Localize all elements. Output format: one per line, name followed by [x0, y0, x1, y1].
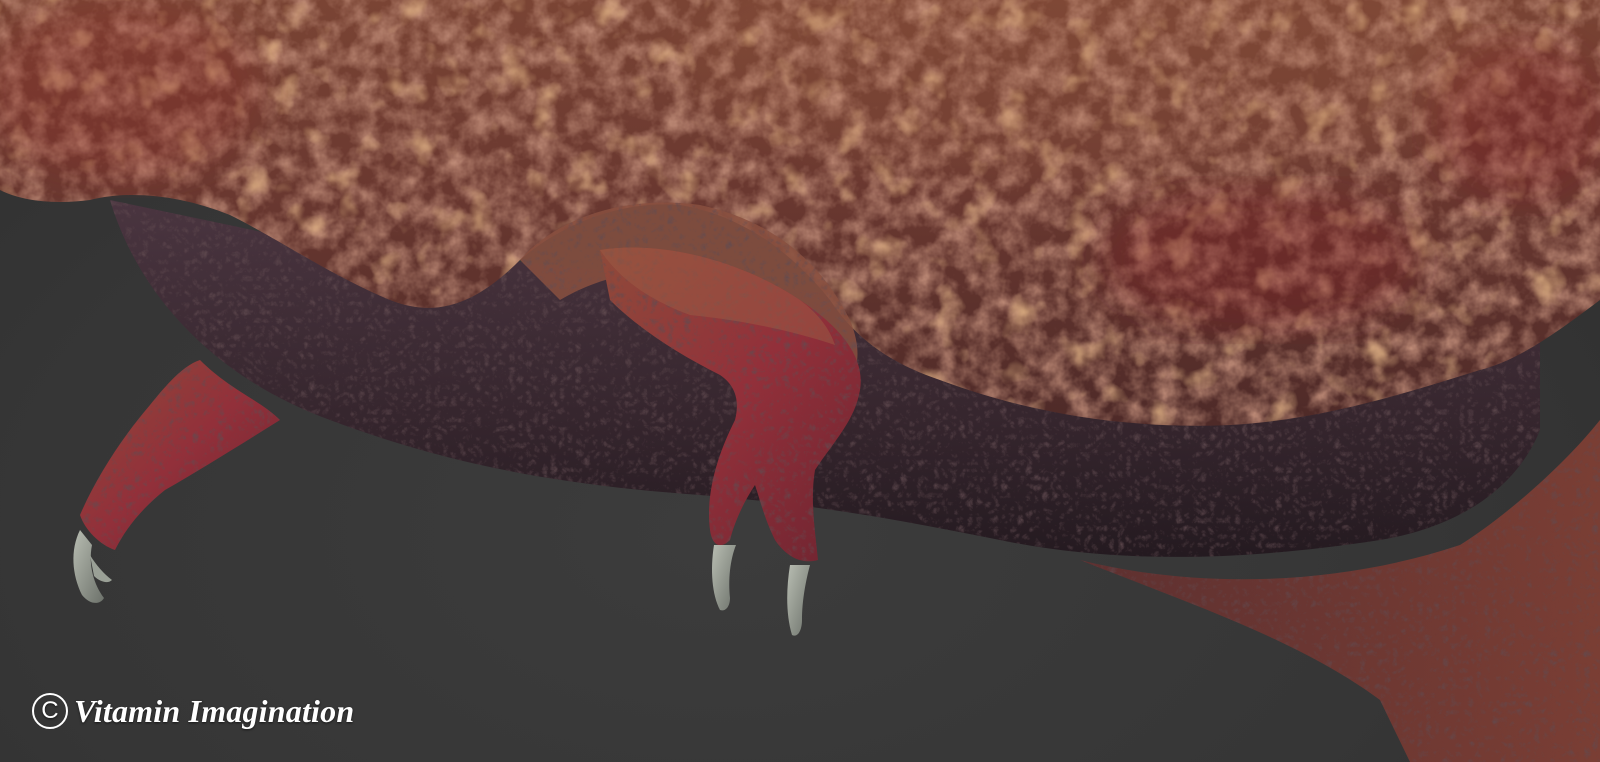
copyright-watermark: C Vitamin Imagination: [32, 690, 354, 732]
watermark-text: Vitamin Imagination: [74, 692, 355, 729]
left-leg: [73, 360, 280, 603]
copyright-icon: C: [32, 693, 68, 729]
claw-icon: [787, 565, 810, 636]
image-canvas: C Vitamin Imagination: [0, 0, 1600, 762]
claw-icon: [712, 545, 736, 611]
creature-render: [0, 0, 1600, 762]
